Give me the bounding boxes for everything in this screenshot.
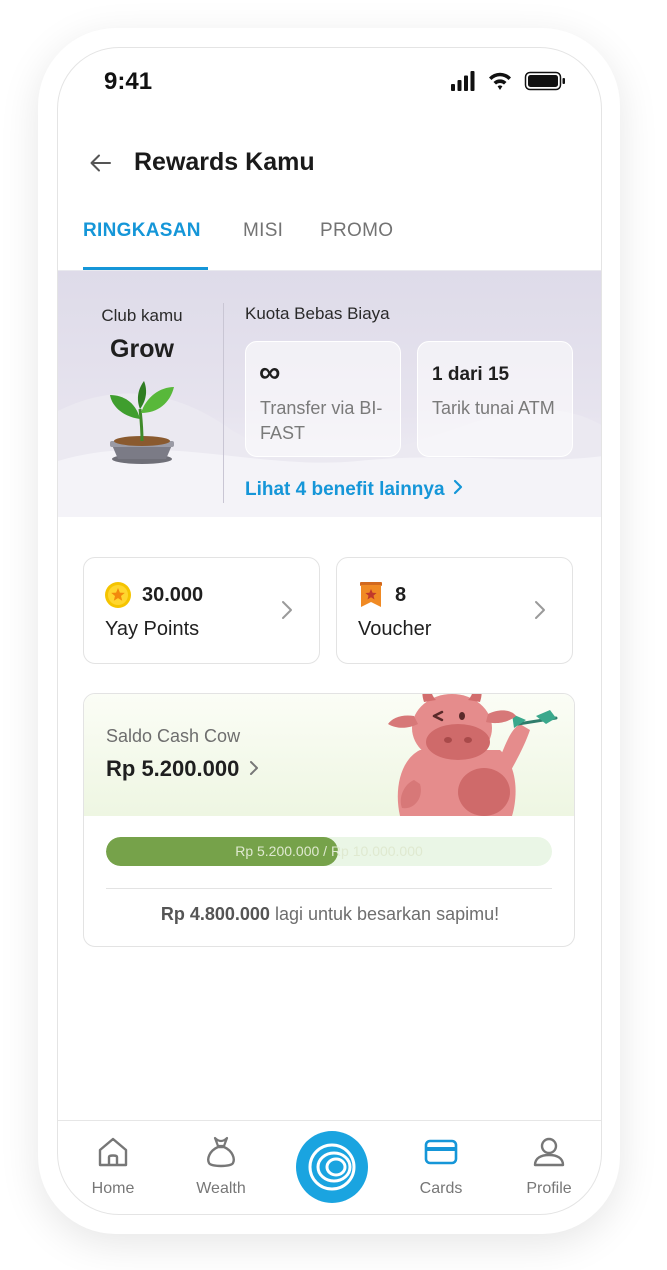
status-icons: [451, 71, 565, 91]
club-divider: [223, 303, 224, 503]
tab-ringkasan[interactable]: RINGKASAN: [83, 220, 201, 242]
quota-description: Transfer via BI-FAST: [260, 398, 383, 443]
quota-value: ∞: [259, 356, 281, 389]
nav-cards-label: Cards: [419, 1180, 463, 1197]
remaining-amount: Rp 4.800.000: [160, 904, 270, 924]
tab-promo[interactable]: PROMO: [320, 220, 393, 242]
cash-cow-divider: [106, 888, 552, 889]
remaining-text: lagi untuk besarkan sapimu!: [274, 904, 500, 924]
signal-icon: [451, 71, 475, 91]
cash-cow-amount-value: Rp 5.200.000: [106, 756, 240, 781]
nav-profile-label: Profile: [526, 1180, 572, 1197]
rings-logo-icon: [308, 1143, 356, 1191]
yay-points-label: Yay Points: [105, 618, 200, 640]
voucher-label: Voucher: [358, 618, 432, 640]
chevron-right-icon: [282, 601, 292, 619]
status-time: 9:41: [104, 68, 153, 95]
card-icon: [424, 1139, 458, 1165]
back-arrow-icon[interactable]: [88, 150, 114, 176]
chevron-right-icon: [453, 479, 462, 495]
voucher-card[interactable]: 8 Voucher: [336, 557, 573, 664]
club-label: Club kamu: [101, 306, 183, 325]
quota-card-atm: 1 dari 15 Tarik tunai ATM: [417, 341, 573, 457]
benefit-link-label: Lihat 4 benefit lainnya: [245, 479, 445, 500]
tab-active-indicator: [83, 267, 208, 270]
benefit-link[interactable]: Lihat 4 benefit lainnya: [245, 479, 463, 501]
cash-cow-amount[interactable]: Rp 5.200.000: [106, 756, 259, 782]
wifi-icon: [489, 72, 511, 90]
chevron-right-icon: [535, 601, 545, 619]
nav-wealth-label: Wealth: [196, 1180, 246, 1197]
cash-cow-label: Saldo Cash Cow: [106, 726, 241, 746]
tab-misi[interactable]: MISI: [243, 220, 283, 242]
device-screen: 9:41 Rewards Kamu RINGKASAN MISI PROMO C…: [57, 47, 602, 1215]
quota-card-bifast: ∞ Transfer via BI-FAST: [245, 341, 401, 457]
battery-icon: [524, 71, 565, 91]
quota-description: Tarik tunai ATM: [432, 398, 555, 418]
money-bag-icon: [207, 1136, 235, 1168]
nav-cards[interactable]: Cards: [396, 1134, 486, 1198]
cow-mascot-icon: [388, 694, 558, 816]
nav-home-label: Home: [91, 1180, 135, 1197]
center-logo-button[interactable]: [296, 1131, 368, 1203]
club-name: Grow: [110, 335, 174, 363]
progress-text: Rp 5.200.000 / Rp 10.000.000: [235, 843, 423, 859]
page-title: Rewards Kamu: [134, 148, 315, 176]
voucher-ribbon-icon: [360, 582, 382, 607]
cash-cow-progress-bar: Rp 5.200.000 / Rp 10.000.000: [106, 837, 552, 866]
club-panel: Club kamu Grow Kuota Bebas Biaya ∞ Trans…: [58, 271, 601, 517]
cash-cow-card[interactable]: Saldo Cash Cow Rp 5.200.000 Rp 5.200.000…: [83, 693, 575, 947]
plant-icon: [110, 381, 174, 464]
profile-icon: [533, 1137, 565, 1167]
quota-value: 1 dari 15: [432, 364, 510, 385]
yay-points-card[interactable]: 30.000 Yay Points: [83, 557, 320, 664]
chevron-right-icon: [250, 761, 259, 775]
cash-cow-remaining: Rp 4.800.000 lagi untuk besarkan sapimu!: [84, 904, 574, 925]
home-icon: [98, 1137, 128, 1167]
nav-wealth[interactable]: Wealth: [176, 1134, 266, 1198]
bottom-nav-divider: [58, 1120, 601, 1121]
nav-profile[interactable]: Profile: [504, 1134, 594, 1198]
voucher-count: 8: [395, 584, 407, 606]
star-coin-icon: [105, 582, 131, 608]
yay-points-value: 30.000: [142, 584, 204, 606]
quota-title: Kuota Bebas Biaya: [245, 304, 390, 323]
nav-home[interactable]: Home: [68, 1134, 158, 1198]
